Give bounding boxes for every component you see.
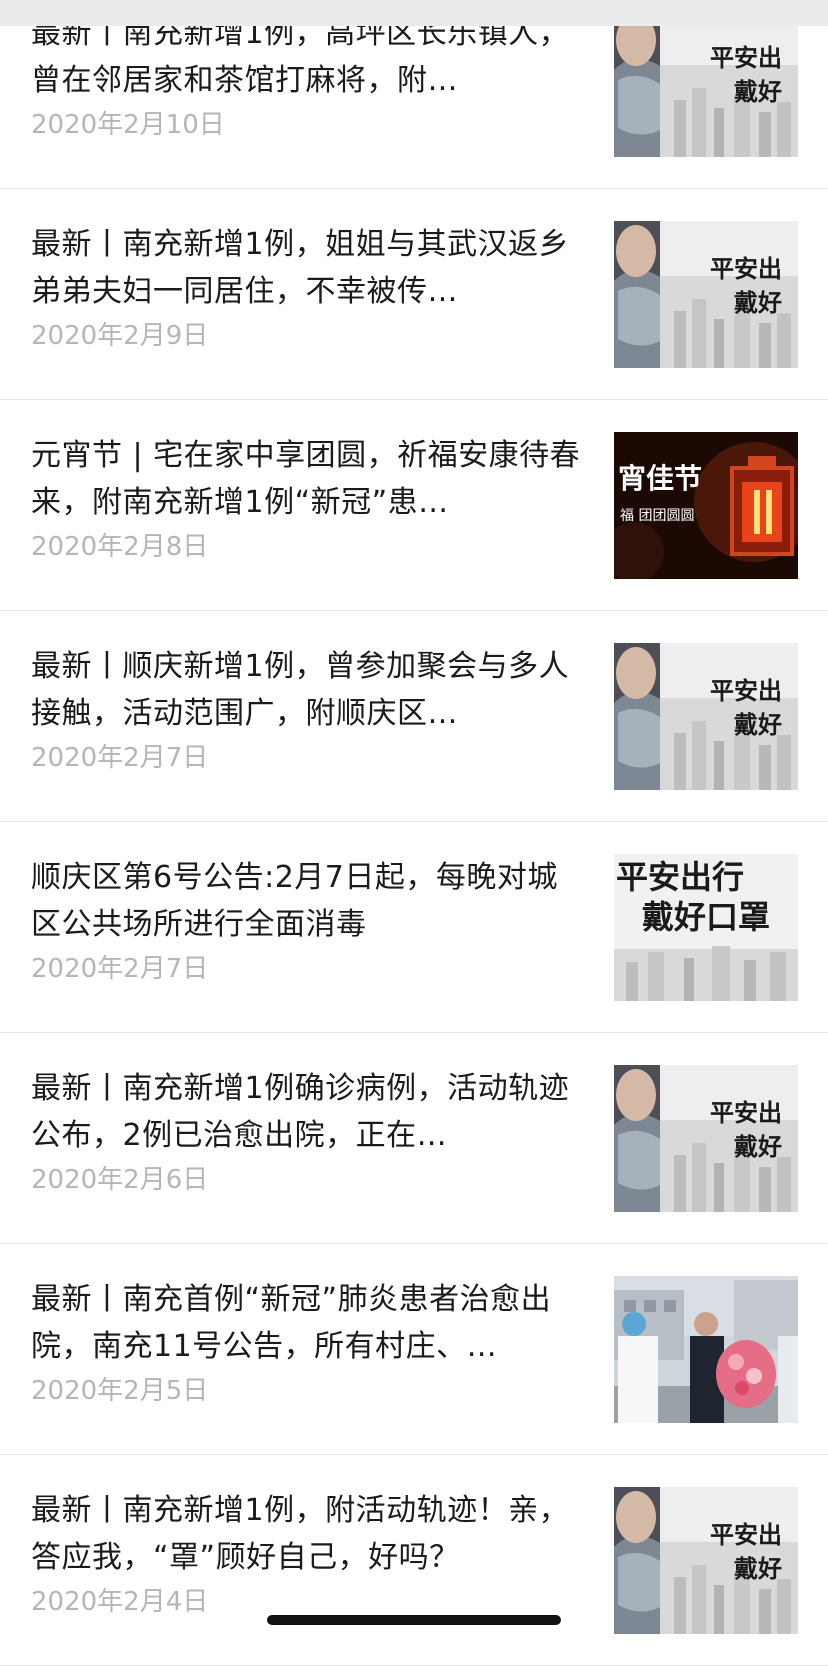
article-thumbnail[interactable]: 平安出 戴好 [614, 10, 798, 157]
article-title[interactable]: 元宵节 | 宅在家中享团圆，祈福安康待春来，附南充新增1例“新冠”患… [31, 432, 583, 526]
svg-text:平安出: 平安出 [710, 1098, 782, 1127]
article-date: 2020年2月9日 [31, 321, 209, 351]
article-item[interactable]: 最新丨南充新增1例确诊病例，活动轨迹公布，2例已治愈出院，正在… 2020年2月… [0, 1033, 828, 1244]
article-thumbnail[interactable]: 宵佳节 福 团团圆圆 [614, 432, 798, 579]
article-date: 2020年2月10日 [31, 110, 225, 140]
svg-text:平安出: 平安出 [710, 254, 782, 283]
svg-text:平安出行: 平安出行 [616, 858, 744, 896]
article-title[interactable]: 最新丨南充新增1例，姐姐与其武汉返乡弟弟夫妇一同居住，不幸被传… [31, 221, 583, 315]
article-thumbnail[interactable] [614, 1276, 798, 1423]
svg-text:平安出: 平安出 [710, 43, 782, 72]
article-date: 2020年2月7日 [31, 954, 209, 984]
article-date: 2020年2月4日 [31, 1587, 209, 1617]
article-title[interactable]: 最新丨顺庆新增1例，曾参加聚会与多人接触，活动范围广，附顺庆区… [31, 643, 583, 737]
article-item[interactable]: 元宵节 | 宅在家中享团圆，祈福安康待春来，附南充新增1例“新冠”患… 2020… [0, 400, 828, 611]
svg-text:戴好: 戴好 [734, 288, 782, 317]
article-item[interactable]: 最新丨南充新增1例，姐姐与其武汉返乡弟弟夫妇一同居住，不幸被传… 2020年2月… [0, 189, 828, 400]
svg-text:宵佳节: 宵佳节 [618, 462, 702, 495]
article-thumbnail[interactable]: 平安出 戴好 [614, 221, 798, 368]
home-indicator[interactable] [267, 1615, 561, 1625]
article-item[interactable]: 最新丨顺庆新增1例，曾参加聚会与多人接触，活动范围广，附顺庆区… 2020年2月… [0, 611, 828, 822]
article-item[interactable]: 最新丨南充首例“新冠”肺炎患者治愈出院，南充11号公告，所有村庄、… 2020年… [0, 1244, 828, 1455]
svg-text:平安出: 平安出 [710, 676, 782, 705]
article-title[interactable]: 最新丨南充首例“新冠”肺炎患者治愈出院，南充11号公告，所有村庄、… [31, 1276, 583, 1370]
svg-text:戴好: 戴好 [734, 710, 782, 739]
svg-text:戴好: 戴好 [734, 1132, 782, 1161]
svg-text:戴好口罩: 戴好口罩 [642, 898, 770, 936]
article-thumbnail[interactable]: 平安出 戴好 [614, 1065, 798, 1212]
article-thumbnail[interactable]: 平安出 戴好 [614, 643, 798, 790]
svg-text:平安出: 平安出 [710, 1520, 782, 1549]
article-date: 2020年2月8日 [31, 532, 209, 562]
article-title[interactable]: 最新丨南充新增1例确诊病例，活动轨迹公布，2例已治愈出院，正在… [31, 1065, 583, 1159]
article-date: 2020年2月5日 [31, 1376, 209, 1406]
svg-text:戴好: 戴好 [734, 1554, 782, 1583]
article-title[interactable]: 最新丨南充新增1例，附活动轨迹！亲，答应我，“罩”顾好自己，好吗？ [31, 1487, 583, 1581]
article-item[interactable]: 顺庆区第6号公告:2月7日起，每晚对城区公共场所进行全面消毒 2020年2月7日… [0, 822, 828, 1033]
status-bar-top [0, 0, 828, 26]
article-thumbnail[interactable]: 平安出 戴好 [614, 1487, 798, 1634]
article-thumbnail[interactable]: 平安出行 戴好口罩 [614, 854, 798, 1001]
article-list: 最新丨南充新增1例，高坪区长乐镇人，曾在邻居家和茶馆打麻将，附… 2020年2月… [0, 0, 828, 1666]
svg-text:福 团团圆圆: 福 团团圆圆 [620, 508, 694, 524]
article-date: 2020年2月7日 [31, 743, 209, 773]
article-date: 2020年2月6日 [31, 1165, 209, 1195]
svg-text:戴好: 戴好 [734, 77, 782, 106]
article-item[interactable]: 最新丨南充新增1例，附活动轨迹！亲，答应我，“罩”顾好自己，好吗？ 2020年2… [0, 1455, 828, 1666]
article-item[interactable]: 最新丨南充新增1例，高坪区长乐镇人，曾在邻居家和茶馆打麻将，附… 2020年2月… [0, 0, 828, 189]
article-title[interactable]: 顺庆区第6号公告:2月7日起，每晚对城区公共场所进行全面消毒 [31, 854, 583, 948]
